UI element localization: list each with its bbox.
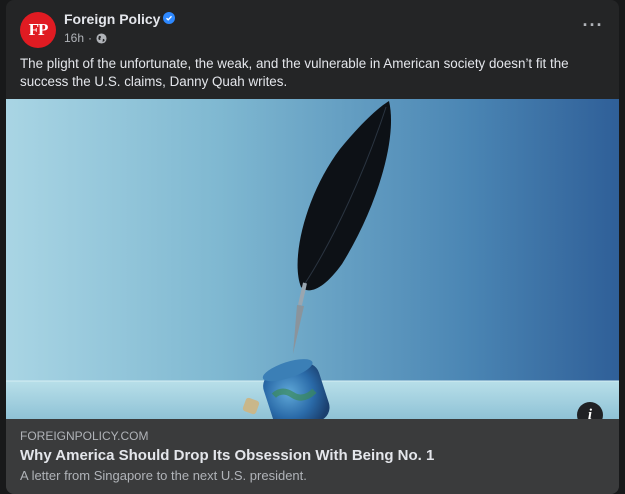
post-card: FP Foreign Policy 16h · ··· The plight o… <box>6 0 619 494</box>
link-domain: FOREIGNPOLICY.COM <box>20 429 149 443</box>
post-header: FP Foreign Policy 16h · ··· <box>6 0 619 50</box>
page-name-link[interactable]: Foreign Policy <box>64 11 160 27</box>
link-description: A letter from Singapore to the next U.S.… <box>20 468 307 483</box>
link-preview-box[interactable]: FOREIGNPOLICY.COM Why America Should Dro… <box>6 419 619 494</box>
page-avatar[interactable]: FP <box>20 12 56 48</box>
meta-separator: · <box>88 31 93 45</box>
globe-icon <box>96 32 107 44</box>
avatar-text: FP <box>28 20 49 39</box>
more-options-label: ··· <box>582 15 604 35</box>
link-title[interactable]: Why America Should Drop Its Obsession Wi… <box>20 447 434 464</box>
post-text: The plight of the unfortunate, the weak,… <box>20 56 569 89</box>
more-options-icon[interactable]: ··· <box>581 13 605 37</box>
link-preview-image[interactable] <box>6 99 619 419</box>
post-timestamp[interactable]: 16h <box>64 31 84 45</box>
post-meta: 16h · <box>64 31 107 45</box>
verified-badge-icon <box>163 12 175 24</box>
